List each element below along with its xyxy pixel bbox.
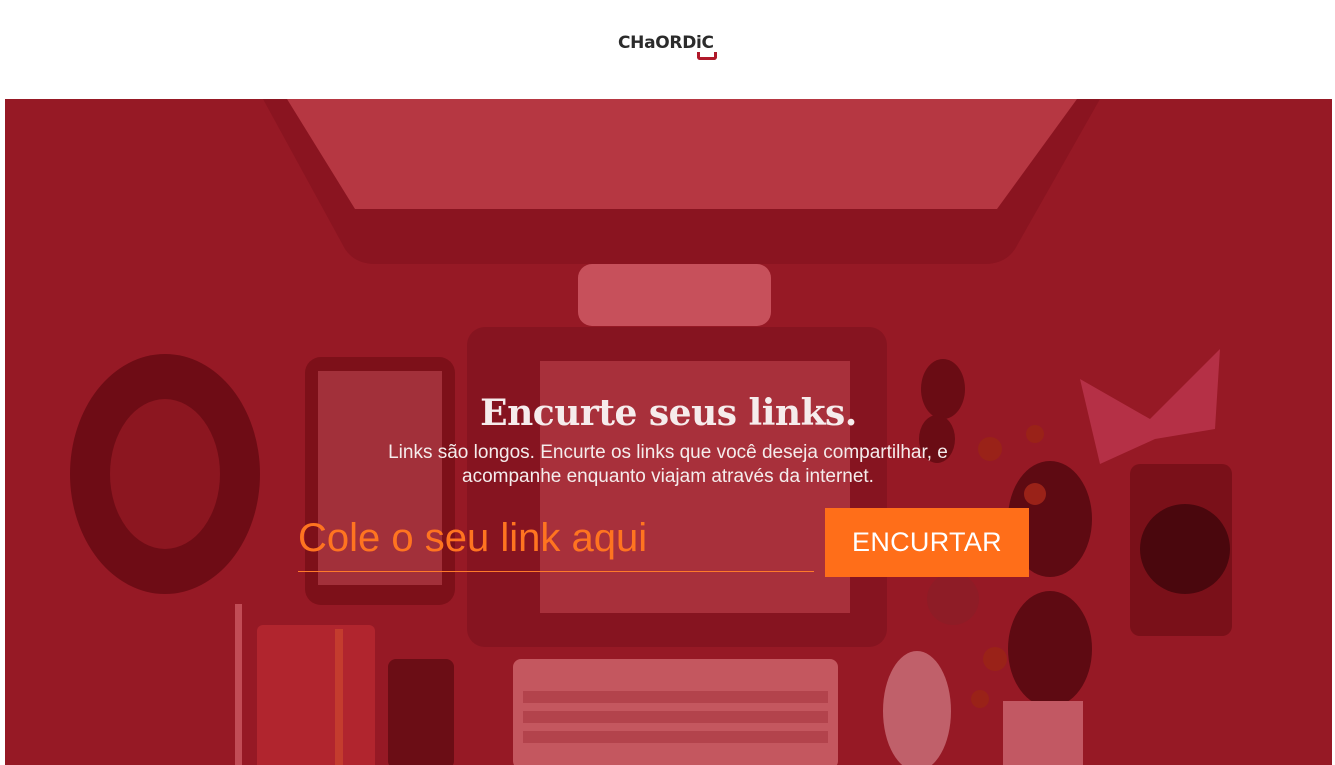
hero-title: Encurte seus links. xyxy=(480,392,857,434)
site-header: CHaORDiC xyxy=(0,0,1335,99)
shorten-button[interactable]: ENCURTAR xyxy=(825,508,1029,577)
hero-subtitle: Links são longos. Encurte os links que v… xyxy=(388,442,948,487)
chaordic-logo[interactable]: CHaORDiC xyxy=(618,31,722,63)
hero-section: Encurte seus links. Links são longos. En… xyxy=(5,99,1332,765)
link-input[interactable] xyxy=(298,506,814,572)
logo-mark-icon xyxy=(697,52,717,60)
logo-text: CHaORDiC xyxy=(618,33,714,53)
